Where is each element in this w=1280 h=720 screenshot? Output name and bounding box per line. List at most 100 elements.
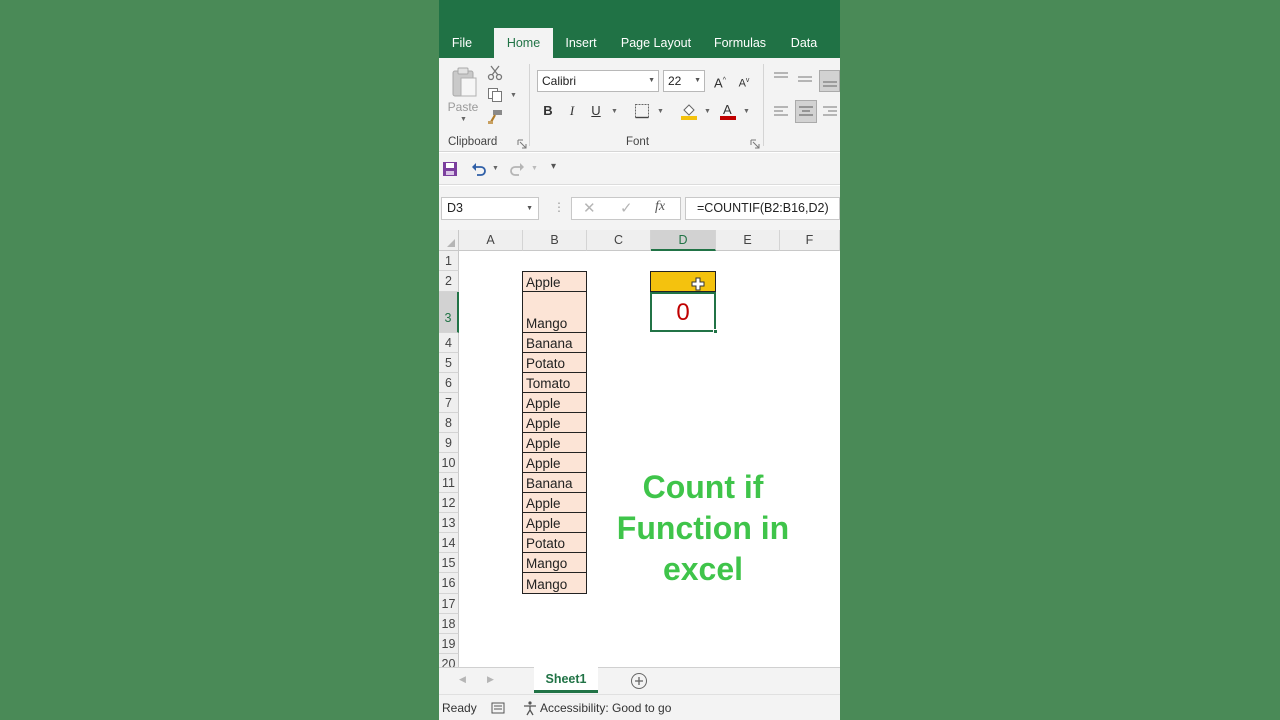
cell-b14[interactable]: Potato: [522, 533, 587, 553]
cell-b15[interactable]: Mango: [522, 553, 587, 573]
dialog-launcher-icon[interactable]: [750, 139, 760, 149]
column-header-c[interactable]: C: [587, 230, 651, 251]
name-box[interactable]: D3 ▼: [441, 197, 539, 220]
column-header-a[interactable]: A: [459, 230, 523, 251]
cell-b16[interactable]: Mango: [522, 573, 587, 594]
fill-color-dropdown-icon[interactable]: ▼: [704, 108, 711, 115]
row-header-4[interactable]: 4: [439, 333, 459, 353]
borders-dropdown-icon[interactable]: ▼: [657, 108, 664, 115]
tab-data[interactable]: Data: [785, 28, 823, 58]
align-bottom-button[interactable]: [819, 70, 840, 92]
row-header-2[interactable]: 2: [439, 271, 459, 292]
tab-formulas[interactable]: Formulas: [709, 28, 771, 58]
spreadsheet-grid[interactable]: A B C D E F 1 2 3 4 5 6 7 8 9 10 11 12 1…: [439, 230, 840, 667]
copy-dropdown-icon[interactable]: ▼: [510, 92, 517, 99]
row-header-7[interactable]: 7: [439, 393, 459, 413]
insert-function-icon[interactable]: fx: [655, 199, 665, 215]
font-color-dropdown-icon[interactable]: ▼: [743, 108, 750, 115]
add-sheet-icon[interactable]: [630, 672, 648, 690]
cell-b6[interactable]: Tomato: [522, 373, 587, 393]
cell-b10[interactable]: Apple: [522, 453, 587, 473]
font-name-select[interactable]: Calibri ▼: [537, 70, 659, 92]
cell-b2[interactable]: Apple: [522, 271, 587, 292]
column-header-f[interactable]: F: [780, 230, 840, 251]
bold-button[interactable]: B: [539, 101, 557, 121]
sheet-tab-sheet1[interactable]: Sheet1: [534, 667, 598, 693]
enter-icon[interactable]: ✓: [620, 199, 633, 217]
cell-b9[interactable]: Apple: [522, 433, 587, 453]
scroll-left-icon[interactable]: ◀: [459, 674, 466, 685]
cell-d2-criteria[interactable]: [650, 271, 716, 292]
align-top-icon[interactable]: [773, 71, 789, 85]
font-size-select[interactable]: 22 ▼: [663, 70, 705, 92]
align-left-icon[interactable]: [773, 105, 789, 119]
undo-dropdown-icon[interactable]: ▼: [492, 165, 499, 172]
select-all-corner[interactable]: [439, 230, 459, 251]
fill-handle[interactable]: [713, 329, 718, 334]
decrease-font-size-icon[interactable]: Av: [735, 71, 753, 91]
cell-b4[interactable]: Banana: [522, 333, 587, 353]
macro-record-icon[interactable]: [491, 702, 505, 714]
cell-b7[interactable]: Apple: [522, 393, 587, 413]
row-header-12[interactable]: 12: [439, 493, 459, 513]
font-color-icon[interactable]: A: [719, 102, 737, 120]
row-header-13[interactable]: 13: [439, 513, 459, 533]
column-header-e[interactable]: E: [716, 230, 780, 251]
cut-icon[interactable]: [487, 65, 503, 81]
more-options-icon[interactable]: ⋮: [553, 200, 565, 214]
tab-insert[interactable]: Insert: [560, 28, 602, 58]
dialog-launcher-icon[interactable]: [517, 139, 527, 149]
borders-icon[interactable]: [634, 103, 650, 119]
cell-b8[interactable]: Apple: [522, 413, 587, 433]
row-header-6[interactable]: 6: [439, 373, 459, 393]
format-painter-icon[interactable]: [487, 109, 503, 125]
copy-icon[interactable]: [487, 87, 503, 103]
scroll-right-icon[interactable]: ▶: [487, 674, 494, 685]
chevron-down-icon: ▼: [460, 116, 467, 123]
formula-input[interactable]: =COUNTIF(B2:B16,D2): [685, 197, 840, 220]
increase-font-size-icon[interactable]: A^: [711, 71, 729, 91]
align-middle-icon[interactable]: [797, 73, 813, 87]
italic-button[interactable]: I: [563, 101, 581, 121]
redo-dropdown-icon[interactable]: ▼: [531, 165, 538, 172]
row-header-16[interactable]: 16: [439, 573, 459, 594]
align-center-button[interactable]: [795, 100, 817, 123]
customize-toolbar-icon[interactable]: ▾: [551, 161, 556, 172]
row-header-20[interactable]: 20: [439, 654, 459, 667]
tab-home[interactable]: Home: [494, 28, 553, 58]
accessibility-icon[interactable]: [522, 700, 538, 716]
cell-b3[interactable]: Mango: [522, 292, 587, 333]
fill-color-icon[interactable]: [680, 102, 698, 120]
row-header-14[interactable]: 14: [439, 533, 459, 553]
row-header-10[interactable]: 10: [439, 453, 459, 473]
row-header-17[interactable]: 17: [439, 594, 459, 614]
cell-b13[interactable]: Apple: [522, 513, 587, 533]
cell-b11[interactable]: Banana: [522, 473, 587, 493]
cell-d3-result[interactable]: 0: [650, 292, 716, 332]
row-header-5[interactable]: 5: [439, 353, 459, 373]
row-header-8[interactable]: 8: [439, 413, 459, 433]
save-icon[interactable]: [442, 161, 458, 177]
tab-page-layout[interactable]: Page Layout: [617, 28, 695, 58]
cancel-icon[interactable]: ✕: [583, 199, 596, 217]
cell-b12[interactable]: Apple: [522, 493, 587, 513]
tab-file[interactable]: File: [445, 28, 479, 58]
ribbon-home: Paste ▼ ▼ Clipboard Calibri ▼ 22 ▼ A^ Av…: [439, 58, 840, 152]
row-header-11[interactable]: 11: [439, 473, 459, 493]
align-right-icon[interactable]: [822, 105, 838, 119]
row-header-18[interactable]: 18: [439, 614, 459, 634]
undo-icon[interactable]: [471, 161, 487, 177]
row-header-19[interactable]: 19: [439, 634, 459, 654]
redo-icon[interactable]: [509, 161, 525, 177]
row-header-9[interactable]: 9: [439, 433, 459, 453]
column-header-d[interactable]: D: [651, 230, 716, 251]
paste-button[interactable]: Paste ▼: [447, 64, 479, 124]
row-header-15[interactable]: 15: [439, 553, 459, 573]
row-header-3[interactable]: 3: [439, 292, 459, 333]
underline-button[interactable]: U: [587, 101, 605, 121]
accessibility-status[interactable]: Accessibility: Good to go: [540, 701, 671, 715]
cell-b5[interactable]: Potato: [522, 353, 587, 373]
column-header-b[interactable]: B: [523, 230, 587, 251]
underline-dropdown-icon[interactable]: ▼: [611, 108, 618, 115]
row-header-1[interactable]: 1: [439, 251, 459, 271]
